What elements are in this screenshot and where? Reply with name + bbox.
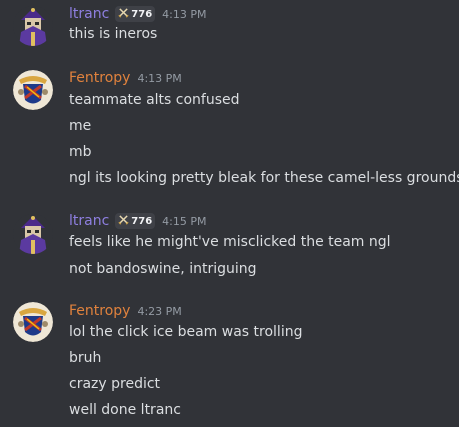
message-text: ngl its looking pretty bleak for these c… bbox=[69, 170, 459, 186]
timestamp[interactable]: 4:13 PM bbox=[162, 8, 206, 21]
badge-count: 776 bbox=[131, 8, 153, 20]
crossed-swords-icon bbox=[118, 7, 129, 21]
avatar-fentropy[interactable] bbox=[13, 302, 53, 342]
avatar-ltranc[interactable] bbox=[13, 6, 53, 46]
message-text: lol the click ice beam was trolling bbox=[69, 324, 303, 340]
clan-badge[interactable]: 776 bbox=[115, 6, 156, 22]
crossed-swords-icon bbox=[118, 214, 129, 228]
message-text: teammate alts confused bbox=[69, 92, 240, 108]
timestamp[interactable]: 4:13 PM bbox=[137, 72, 181, 85]
avatar-ltranc[interactable] bbox=[13, 214, 53, 254]
timestamp[interactable]: 4:23 PM bbox=[137, 305, 181, 318]
username[interactable]: Fentropy bbox=[69, 70, 130, 86]
message-text: me bbox=[69, 118, 92, 134]
message-text: feels like he might've misclicked the te… bbox=[69, 234, 391, 250]
clan-badge[interactable]: 776 bbox=[115, 213, 156, 229]
timestamp[interactable]: 4:15 PM bbox=[162, 215, 206, 228]
avatar-fentropy[interactable] bbox=[13, 70, 53, 110]
message-text: this is ineros bbox=[69, 26, 158, 42]
message-text: well done ltranc bbox=[69, 402, 181, 418]
message-text: not bandoswine, intriguing bbox=[69, 261, 257, 277]
username[interactable]: Fentropy bbox=[69, 303, 130, 319]
message-text: crazy predict bbox=[69, 376, 161, 392]
message-text: mb bbox=[69, 144, 92, 160]
message-text: bruh bbox=[69, 350, 102, 366]
username[interactable]: ltranc bbox=[69, 6, 109, 22]
username[interactable]: ltranc bbox=[69, 213, 109, 229]
badge-count: 776 bbox=[131, 215, 153, 227]
